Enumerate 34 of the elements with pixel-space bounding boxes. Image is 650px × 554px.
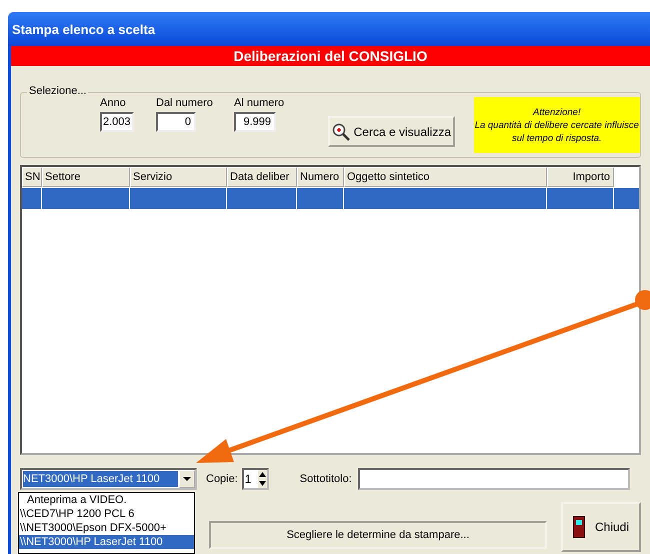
dropdown-button[interactable] bbox=[179, 470, 195, 488]
field-label: Al numero bbox=[234, 97, 284, 111]
dropdown-option[interactable]: \\CED7\HP 1200 PCL 6 bbox=[19, 507, 194, 521]
field-label: Dal numero bbox=[156, 97, 213, 111]
number-field[interactable]: 9.999 bbox=[234, 112, 276, 132]
column-header: Importo bbox=[547, 167, 614, 187]
dropdown-option[interactable]: \\NET3000\Epson DFX-5000+ bbox=[19, 521, 194, 535]
group-legend: Selezione... bbox=[27, 85, 88, 97]
number-field[interactable]: 0 bbox=[156, 112, 196, 132]
copies-spinner[interactable]: 1 bbox=[242, 468, 269, 490]
dropdown-option[interactable]: \\NET3000\HP LaserJet 1100 bbox=[19, 535, 194, 549]
number-field[interactable]: 2.003 bbox=[100, 112, 134, 132]
choose-button[interactable]: Scegliere le determine da stampare... bbox=[209, 521, 547, 549]
column-header: Settore bbox=[42, 167, 130, 187]
banner-heading: Deliberazioni del CONSIGLIO bbox=[11, 46, 650, 66]
door-icon bbox=[572, 516, 585, 538]
column-header: Oggetto sintetico bbox=[344, 167, 547, 187]
search-icon bbox=[332, 122, 350, 140]
search-button[interactable]: Cerca e visualizza bbox=[328, 116, 455, 147]
printer-dropdown[interactable]: NET3000\HP LaserJet 1100 bbox=[20, 468, 197, 490]
caret-icon bbox=[183, 476, 191, 482]
field-label: Anno bbox=[100, 97, 126, 111]
column-header: Servizio bbox=[130, 167, 227, 187]
subtitle-field[interactable] bbox=[358, 468, 630, 490]
spin-arrows-icon bbox=[258, 470, 267, 488]
dropdown-option[interactable]: Anteprima a VIDEO. bbox=[19, 493, 194, 507]
column-header: Data deliber bbox=[227, 167, 297, 187]
close-button[interactable]: Chiudi bbox=[561, 502, 641, 552]
copies-label: Copie: bbox=[206, 473, 238, 485]
column-header: Numero bbox=[297, 167, 344, 187]
column-header: SN bbox=[22, 167, 42, 187]
subtitle-label: Sottotitolo: bbox=[300, 473, 352, 485]
window-title: Stampa elenco a scelta bbox=[12, 22, 156, 36]
warning-note: Attenzione! La quantità di delibere cercate influisce sul tempo di risposta. bbox=[474, 97, 640, 153]
